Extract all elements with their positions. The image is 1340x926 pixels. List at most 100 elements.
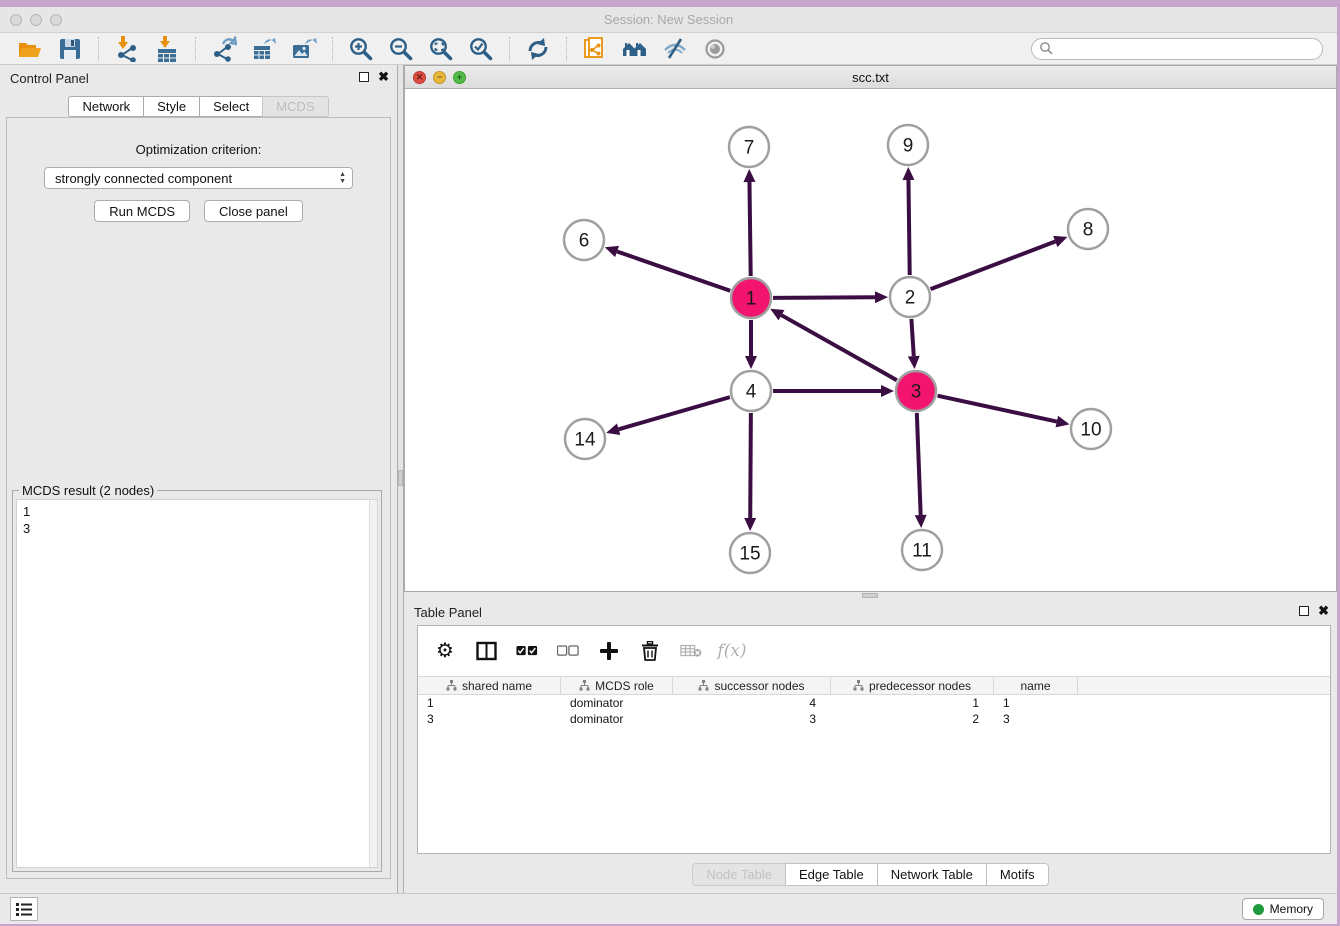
network-canvas[interactable]: 1234678910111415 bbox=[405, 89, 1336, 591]
tab-network[interactable]: Network bbox=[68, 96, 143, 117]
select-all-icon[interactable] bbox=[516, 640, 538, 662]
result-line: 1 bbox=[23, 503, 371, 520]
node-table-container: ⚙ bbox=[417, 625, 1331, 854]
graph-node-label-14: 14 bbox=[574, 430, 596, 451]
export-image-icon[interactable] bbox=[289, 35, 319, 63]
table-toolbar: ⚙ bbox=[418, 626, 1330, 676]
float-panel-icon[interactable] bbox=[359, 72, 369, 82]
graph-node-label-4: 4 bbox=[746, 382, 757, 403]
graph-edge-1-6[interactable] bbox=[617, 251, 730, 290]
column-header-name[interactable]: name bbox=[994, 677, 1078, 694]
table-panel-tabs: Node Table Edge Table Network Table Moti… bbox=[404, 863, 1337, 886]
export-table-icon[interactable] bbox=[249, 35, 279, 63]
network-view-window: ✕ − + scc.txt 1234678910111415 bbox=[404, 65, 1337, 592]
control-panel-tabs: Network Style Select MCDS bbox=[0, 96, 397, 117]
result-scrollbar[interactable] bbox=[369, 500, 377, 867]
column-header-successor-nodes[interactable]: successor nodes bbox=[673, 677, 831, 694]
graph-node-label-9: 9 bbox=[903, 136, 914, 157]
memory-button[interactable]: Memory bbox=[1242, 898, 1324, 920]
delete-table-icon[interactable] bbox=[680, 640, 702, 662]
save-session-icon[interactable] bbox=[55, 35, 85, 63]
panel-splitter-vertical[interactable] bbox=[397, 65, 404, 893]
show-columns-icon[interactable] bbox=[475, 640, 497, 662]
function-builder-icon[interactable]: f(x) bbox=[721, 640, 743, 662]
table-cell[interactable]: 1 bbox=[831, 695, 994, 711]
table-cell[interactable]: 2 bbox=[831, 711, 994, 727]
mcds-result-title: MCDS result (2 nodes) bbox=[19, 483, 157, 498]
tab-style[interactable]: Style bbox=[143, 96, 199, 117]
zoom-selected-icon[interactable] bbox=[466, 35, 496, 63]
table-cell[interactable]: dominator bbox=[561, 695, 673, 711]
zoom-fit-icon[interactable] bbox=[426, 35, 456, 63]
toolbar-separator bbox=[195, 37, 196, 61]
memory-label: Memory bbox=[1270, 902, 1313, 916]
import-table-icon[interactable] bbox=[152, 35, 182, 63]
new-network-from-selection-icon[interactable] bbox=[580, 35, 610, 63]
run-mcds-button[interactable]: Run MCDS bbox=[94, 200, 190, 222]
graph-node-label-15: 15 bbox=[739, 544, 760, 565]
graph-edge-2-3[interactable] bbox=[911, 319, 913, 356]
graph-edge-1-7[interactable] bbox=[749, 182, 750, 276]
search-input[interactable] bbox=[1054, 40, 1322, 58]
graph-edge-1-2[interactable] bbox=[773, 297, 875, 298]
graph-edge-3-11[interactable] bbox=[917, 413, 921, 515]
deselect-all-icon[interactable] bbox=[557, 640, 579, 662]
graph-edge-2-8[interactable] bbox=[931, 241, 1056, 289]
network-graph[interactable]: 1234678910111415 bbox=[405, 89, 1336, 591]
graph-edge-4-15[interactable] bbox=[750, 413, 751, 518]
table-cell[interactable]: 3 bbox=[673, 711, 831, 727]
apply-layout-icon[interactable] bbox=[523, 35, 553, 63]
table-row[interactable]: 1dominator411 bbox=[418, 695, 1330, 711]
table-row[interactable]: 3dominator323 bbox=[418, 711, 1330, 727]
tab-mcds[interactable]: MCDS bbox=[262, 96, 328, 117]
graph-node-label-2: 2 bbox=[905, 288, 916, 309]
criterion-dropdown[interactable]: strongly connected component ▲▼ bbox=[44, 167, 353, 189]
graph-edge-2-9[interactable] bbox=[908, 180, 909, 275]
import-network-icon[interactable] bbox=[112, 35, 142, 63]
column-header-mcds-role[interactable]: MCDS role bbox=[561, 677, 673, 694]
table-cell[interactable]: 1 bbox=[994, 695, 1078, 711]
network-window-title: scc.txt bbox=[405, 70, 1336, 85]
zoom-out-icon[interactable] bbox=[386, 35, 416, 63]
graph-edge-3-1[interactable] bbox=[781, 315, 896, 380]
column-header-shared-name[interactable]: shared name bbox=[418, 677, 561, 694]
add-row-icon[interactable] bbox=[598, 640, 620, 662]
task-history-button[interactable] bbox=[10, 897, 38, 921]
tab-edge-table[interactable]: Edge Table bbox=[785, 863, 877, 886]
network-window-titlebar[interactable]: ✕ − + scc.txt bbox=[405, 66, 1336, 89]
column-header-predecessor-nodes[interactable]: predecessor nodes bbox=[831, 677, 994, 694]
show-all-icon[interactable] bbox=[700, 35, 730, 63]
table-cell[interactable]: 3 bbox=[994, 711, 1078, 727]
table-cell[interactable]: 3 bbox=[418, 711, 561, 727]
table-cell[interactable]: dominator bbox=[561, 711, 673, 727]
tab-network-table[interactable]: Network Table bbox=[877, 863, 986, 886]
list-icon bbox=[15, 902, 33, 917]
close-panel-icon[interactable]: ✖ bbox=[378, 71, 389, 83]
float-panel-icon[interactable] bbox=[1299, 606, 1309, 616]
panel-splitter-horizontal[interactable] bbox=[404, 592, 1337, 599]
close-panel-icon[interactable]: ✖ bbox=[1318, 605, 1329, 617]
table-cell[interactable]: 4 bbox=[673, 695, 831, 711]
search-field[interactable] bbox=[1031, 38, 1323, 60]
close-panel-button[interactable]: Close panel bbox=[204, 200, 303, 222]
zoom-in-icon[interactable] bbox=[346, 35, 376, 63]
tab-motifs[interactable]: Motifs bbox=[986, 863, 1049, 886]
graph-edge-3-10[interactable] bbox=[937, 396, 1056, 422]
hide-selected-icon[interactable] bbox=[660, 35, 690, 63]
column-settings-icon[interactable]: ⚙ bbox=[434, 640, 456, 662]
tab-node-table[interactable]: Node Table bbox=[692, 863, 785, 886]
splitter-handle[interactable] bbox=[398, 470, 403, 486]
graph-node-label-11: 11 bbox=[912, 541, 932, 562]
shared-column-icon bbox=[579, 680, 590, 691]
table-cell[interactable]: 1 bbox=[418, 695, 561, 711]
toolbar-separator bbox=[332, 37, 333, 61]
splitter-handle[interactable] bbox=[862, 593, 878, 598]
mcds-result-textarea[interactable]: 1 3 bbox=[16, 499, 378, 868]
graph-edge-4-14[interactable] bbox=[619, 397, 730, 429]
delete-row-icon[interactable] bbox=[639, 640, 661, 662]
shared-column-icon bbox=[446, 680, 457, 691]
export-network-icon[interactable] bbox=[209, 35, 239, 63]
open-session-icon[interactable] bbox=[15, 35, 45, 63]
first-neighbors-icon[interactable] bbox=[620, 35, 650, 63]
tab-select[interactable]: Select bbox=[199, 96, 262, 117]
